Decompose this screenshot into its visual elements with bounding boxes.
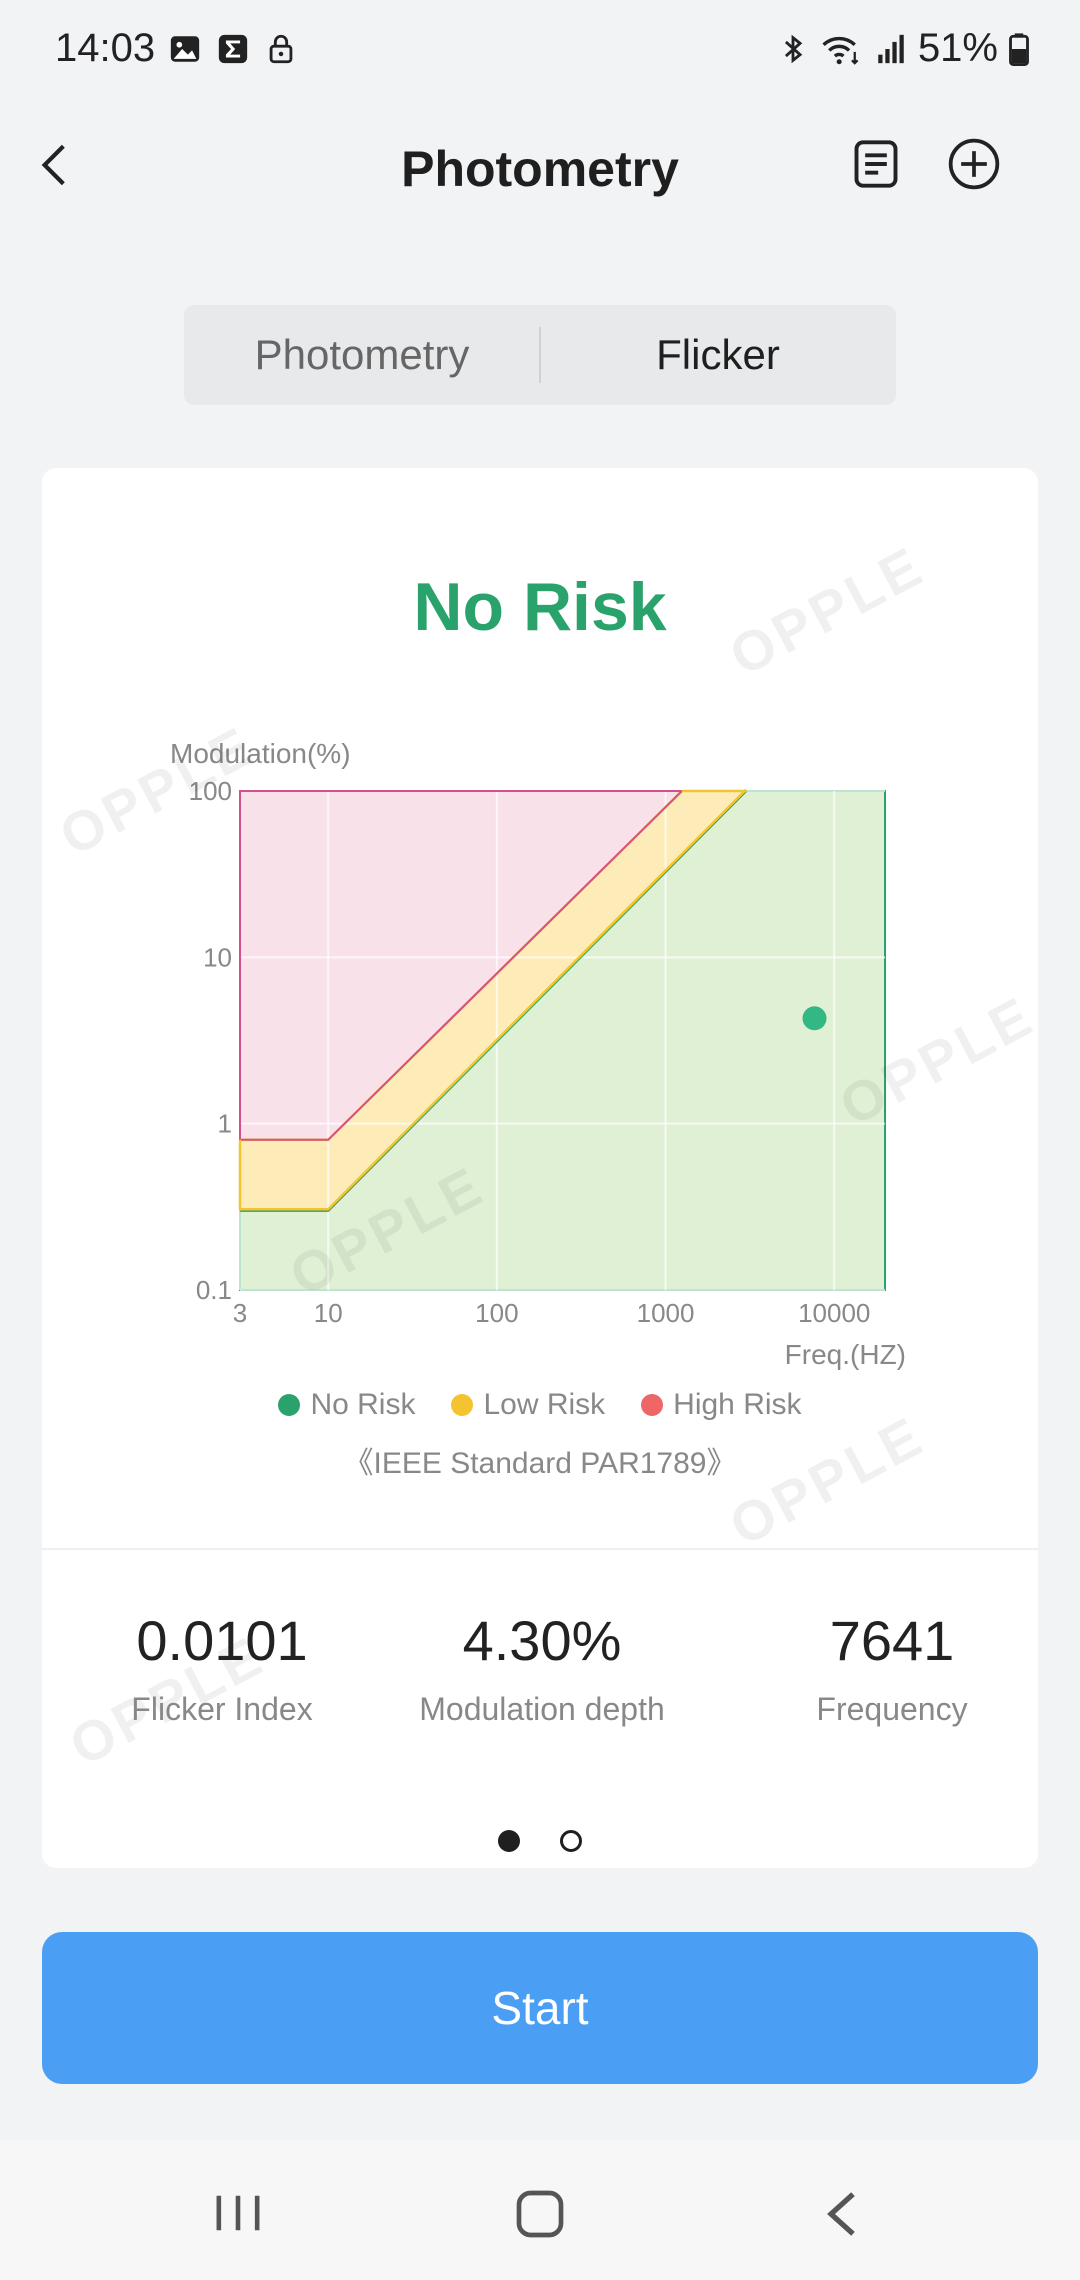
metric-flicker-index: 0.0101 Flicker Index bbox=[82, 1608, 362, 1728]
y-tick-label: 0.1 bbox=[196, 1275, 232, 1305]
divider bbox=[42, 1548, 1038, 1550]
x-tick-label: 10000 bbox=[798, 1298, 870, 1328]
add-circle-icon[interactable] bbox=[946, 136, 1002, 192]
metric-value: 0.0101 bbox=[136, 1609, 308, 1672]
recent-apps-icon[interactable] bbox=[210, 2190, 266, 2236]
wifi-icon bbox=[822, 36, 859, 65]
bluetooth-icon bbox=[784, 34, 803, 63]
flicker-card: No Risk 3 10 100 1000 10000 0.1 1 10 100 Modulati… bbox=[42, 468, 1038, 1868]
x-tick-label: 3 bbox=[233, 1298, 247, 1328]
signal-icon bbox=[878, 34, 904, 63]
x-tick-label: 10 bbox=[314, 1298, 343, 1328]
header: Photometry bbox=[0, 110, 1080, 220]
tab-photometry[interactable]: Photometry bbox=[184, 305, 540, 405]
report-icon[interactable] bbox=[850, 138, 902, 190]
nav-bar bbox=[0, 2140, 1080, 2280]
start-button[interactable]: Start bbox=[42, 1932, 1038, 2084]
status-time: 14:03 bbox=[55, 26, 156, 70]
legend-label: Low Risk bbox=[483, 1388, 606, 1421]
standard-label: 《IEEE Standard PAR1789》 bbox=[343, 1447, 737, 1480]
segment-tabs: Photometry Flicker bbox=[184, 305, 896, 405]
y-tick-label: 1 bbox=[218, 1109, 232, 1139]
x-axis-label: Freq.(HZ) bbox=[785, 1339, 906, 1370]
legend-label: High Risk bbox=[673, 1388, 802, 1421]
x-tick-label: 1000 bbox=[637, 1298, 695, 1328]
metric-frequency: 7641 Frequency bbox=[782, 1608, 1002, 1728]
metric-label: Modulation depth bbox=[419, 1691, 665, 1727]
legend-item-low-risk: Low Risk bbox=[451, 1388, 605, 1422]
flicker-risk-chart: 3 10 100 1000 10000 0.1 1 10 100 Modulation(%) Fre… bbox=[170, 738, 906, 1370]
y-axis-label: Modulation(%) bbox=[170, 738, 351, 769]
status-right-icons: 51% bbox=[776, 26, 1030, 71]
y-tick-label: 10 bbox=[203, 942, 232, 972]
legend-item-high-risk: High Risk bbox=[641, 1388, 802, 1422]
measurement-point bbox=[802, 1006, 827, 1031]
status-left-icons bbox=[168, 32, 298, 66]
sigma-icon bbox=[218, 34, 248, 64]
metric-label: Flicker Index bbox=[131, 1691, 313, 1727]
page-dot-active[interactable] bbox=[498, 1830, 520, 1852]
legend-item-no-risk: No Risk bbox=[278, 1388, 415, 1422]
status-bar: 14:03 51% bbox=[0, 0, 1080, 100]
legend-label: No Risk bbox=[310, 1388, 416, 1421]
metric-label: Frequency bbox=[816, 1691, 968, 1727]
chart-legend: No Risk Low Risk High Risk bbox=[42, 1388, 1038, 1422]
page-title: Photometry bbox=[401, 141, 679, 197]
tab-flicker[interactable]: Flicker bbox=[540, 305, 896, 405]
legend-dot bbox=[451, 1394, 474, 1416]
back-nav-icon[interactable] bbox=[820, 2186, 864, 2242]
legend-dot bbox=[278, 1394, 301, 1416]
metric-value: 7641 bbox=[829, 1609, 955, 1672]
metric-value: 4.30% bbox=[462, 1609, 622, 1672]
image-icon bbox=[170, 36, 200, 62]
battery-icon bbox=[1009, 32, 1029, 66]
page-indicator bbox=[42, 1830, 1038, 1852]
legend-dot bbox=[641, 1394, 664, 1416]
battery-percent: 51% bbox=[917, 26, 998, 70]
x-tick-label: 100 bbox=[475, 1298, 518, 1328]
home-icon[interactable] bbox=[512, 2186, 568, 2242]
lock-icon bbox=[269, 34, 293, 64]
metric-modulation-depth: 4.30% Modulation depth bbox=[392, 1608, 692, 1728]
page-dot[interactable] bbox=[560, 1830, 582, 1852]
y-tick-label: 100 bbox=[189, 776, 232, 806]
